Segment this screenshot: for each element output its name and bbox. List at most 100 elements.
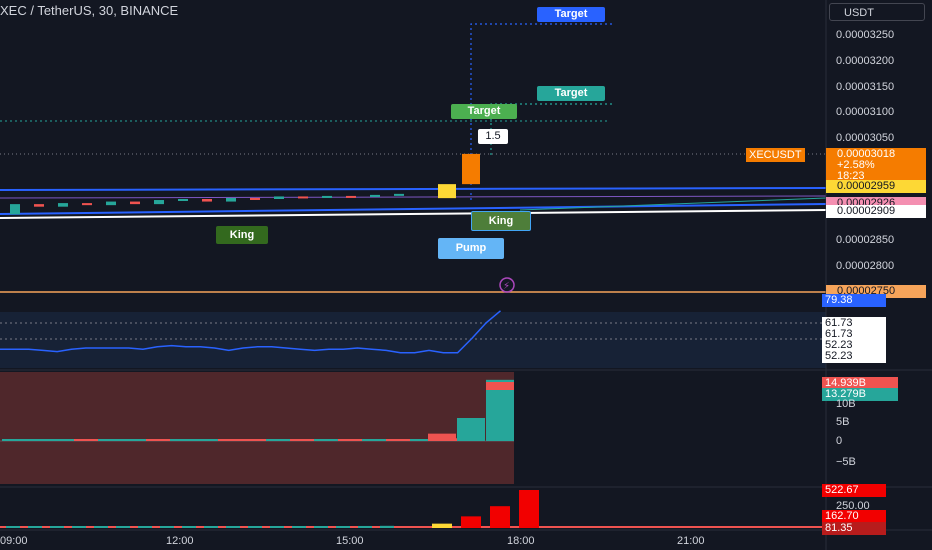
volume-bar bbox=[2, 439, 26, 441]
histogram-bar bbox=[358, 525, 372, 528]
price-candle bbox=[298, 196, 308, 199]
price-candle bbox=[130, 201, 140, 205]
symbol-title[interactable]: XEC / TetherUS, 30, BINANCE bbox=[0, 3, 178, 18]
price-candle bbox=[106, 201, 116, 206]
histogram-badge: 81.35 bbox=[822, 522, 886, 535]
price-candle bbox=[346, 195, 356, 198]
histogram-bar bbox=[226, 526, 240, 528]
time-tick: 21:00 bbox=[677, 535, 705, 547]
volume-bar bbox=[218, 439, 242, 441]
price-tick: 0.00002850 bbox=[836, 234, 895, 246]
target-label-mid[interactable]: Target bbox=[537, 86, 605, 101]
price-candle bbox=[370, 194, 380, 197]
price-tick: 0.00003100 bbox=[836, 106, 895, 118]
histogram-bar bbox=[519, 490, 539, 528]
volume-bar bbox=[50, 439, 74, 441]
volume-background bbox=[0, 372, 514, 484]
histogram-bar bbox=[204, 526, 218, 528]
volume-bar bbox=[242, 439, 266, 441]
histogram-bar bbox=[28, 526, 42, 528]
price-candle bbox=[226, 197, 236, 202]
volume-bar bbox=[266, 439, 290, 441]
price-candle bbox=[58, 203, 68, 207]
king-label-left[interactable]: King bbox=[216, 226, 268, 244]
target-label-low[interactable]: Target bbox=[451, 104, 517, 119]
histogram-bar bbox=[6, 526, 20, 528]
histogram-bar bbox=[138, 526, 152, 528]
rsi-band bbox=[0, 312, 826, 368]
histogram-bar bbox=[116, 526, 130, 528]
price-candle bbox=[82, 203, 92, 206]
price-candle bbox=[178, 199, 188, 201]
king-label-right[interactable]: King bbox=[471, 211, 531, 231]
target-label-high[interactable]: Target bbox=[537, 7, 605, 22]
volume-bar bbox=[170, 439, 194, 441]
volume-bar bbox=[362, 439, 386, 441]
histogram-bar bbox=[314, 526, 328, 528]
histogram-bar bbox=[50, 526, 64, 528]
mid-band-line bbox=[0, 195, 827, 199]
symbol-badge: XECUSDT bbox=[746, 148, 805, 162]
level-badge-yellow: 0.00002959 bbox=[826, 180, 926, 193]
volume-bar bbox=[338, 439, 362, 441]
last-price-badge: 0.00003018 +2.58% 18:23 bbox=[826, 148, 926, 182]
histogram-bar bbox=[270, 526, 284, 528]
pump-label[interactable]: Pump bbox=[438, 238, 504, 259]
histogram-bar bbox=[490, 506, 510, 528]
lightning-icon-glyph: ⚡ bbox=[503, 281, 510, 292]
histogram-bar bbox=[292, 526, 306, 528]
price-tick: 0.00003250 bbox=[836, 29, 895, 41]
volume-tick: −5B bbox=[836, 456, 856, 468]
volume-bar bbox=[386, 439, 410, 441]
price-candle bbox=[250, 197, 260, 200]
price-tick: 0.00003200 bbox=[836, 55, 895, 67]
time-tick: 12:00 bbox=[166, 535, 194, 547]
histogram-bar bbox=[380, 525, 394, 528]
price-candle bbox=[274, 196, 284, 199]
price-tick: 0.00002800 bbox=[836, 260, 895, 272]
volume-bar bbox=[290, 439, 314, 441]
histogram-bar bbox=[160, 526, 174, 528]
support-line bbox=[0, 209, 827, 219]
volume-bar bbox=[314, 439, 338, 441]
volume-tick: 5B bbox=[836, 416, 850, 428]
time-tick: 15:00 bbox=[336, 535, 364, 547]
volume-badge-up: 13.279B bbox=[822, 388, 898, 401]
chart-canvas[interactable]: ⚡ bbox=[0, 0, 932, 550]
price-candle bbox=[202, 199, 212, 202]
price-tick: 0.00003150 bbox=[836, 81, 895, 93]
volume-tick: 0 bbox=[836, 435, 843, 447]
currency-button[interactable]: USDT bbox=[829, 3, 925, 21]
histogram-bar bbox=[182, 526, 196, 528]
volume-bar bbox=[98, 439, 122, 441]
histogram-bar bbox=[432, 523, 452, 528]
volume-tick: 10B bbox=[836, 398, 856, 410]
volume-bar bbox=[194, 439, 218, 441]
price-candle bbox=[34, 204, 44, 207]
price-candle bbox=[438, 184, 456, 199]
rsi-level-badge: 52.23 bbox=[822, 350, 886, 363]
price-candle bbox=[10, 204, 20, 215]
histogram-badge-max: 522.67 bbox=[822, 484, 886, 497]
volume-bar bbox=[74, 439, 98, 441]
time-tick: 09:00 bbox=[0, 535, 28, 547]
price-candle bbox=[322, 195, 332, 198]
price-candle bbox=[394, 193, 404, 196]
price-tick: 0.00003050 bbox=[836, 132, 895, 144]
histogram-bar bbox=[336, 526, 350, 528]
volume-bar bbox=[122, 439, 146, 441]
histogram-bar bbox=[248, 526, 262, 528]
rsi-value-badge: 79.38 bbox=[822, 294, 886, 307]
histogram-bar bbox=[94, 526, 108, 528]
time-tick: 18:00 bbox=[507, 535, 535, 547]
ratio-label[interactable]: 1.5 bbox=[478, 129, 508, 144]
price-candle bbox=[462, 153, 480, 185]
volume-bar bbox=[26, 439, 50, 441]
histogram-bar bbox=[461, 516, 481, 528]
histogram-bar bbox=[72, 526, 86, 528]
level-badge-white: 0.00002909 bbox=[826, 205, 926, 218]
volume-bar bbox=[457, 418, 485, 441]
price-candle bbox=[154, 200, 164, 205]
volume-bar-cap bbox=[486, 382, 514, 390]
volume-bar bbox=[428, 433, 456, 441]
